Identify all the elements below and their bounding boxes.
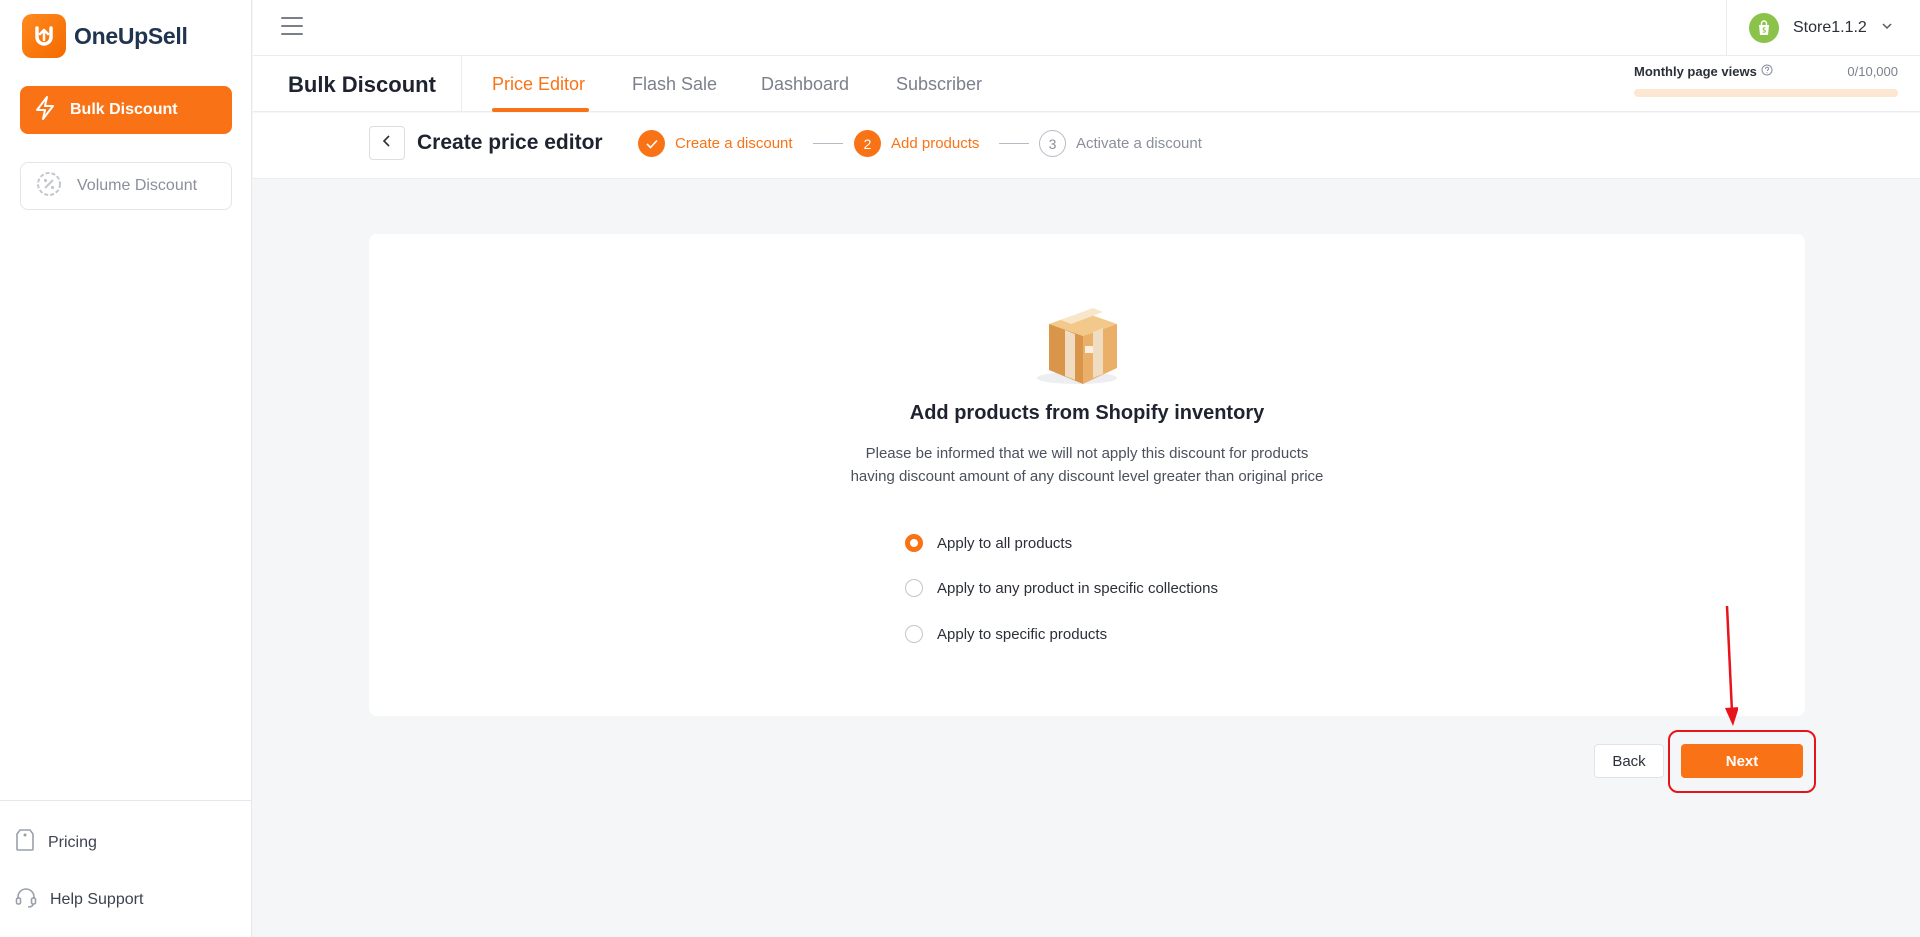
- headset-icon: [14, 885, 38, 914]
- card-title: Add products from Shopify inventory: [909, 402, 1265, 424]
- step-connector: [999, 143, 1029, 144]
- back-button[interactable]: Back: [1594, 744, 1664, 778]
- hamburger-menu-icon[interactable]: [281, 17, 303, 37]
- option-label: Apply to any product in specific collect…: [937, 579, 1218, 597]
- top-bar: Store1.1.2: [253, 0, 1920, 56]
- brand-name: OneUpSell: [74, 22, 188, 49]
- views-value: 0/10,000: [1847, 64, 1898, 79]
- step-number: 3: [1039, 130, 1066, 157]
- stepper-header: Create price editor Create a discount 2 …: [253, 113, 1920, 179]
- sidebar-divider: [0, 800, 252, 801]
- chevron-left-icon: [381, 134, 393, 153]
- radio-button[interactable]: [905, 534, 923, 552]
- store-switcher[interactable]: Store1.1.2: [1726, 0, 1920, 56]
- price-tag-icon: [14, 828, 36, 857]
- app-section-title: Bulk Discount: [288, 72, 436, 97]
- page-title: Create price editor: [417, 131, 603, 154]
- lightning-icon: [34, 95, 56, 126]
- tab-flash-sale[interactable]: Flash Sale: [632, 74, 717, 95]
- card-description: Please be informed that we will not appl…: [369, 442, 1805, 488]
- nav-divider: [461, 56, 462, 112]
- step-label: Add products: [891, 135, 980, 152]
- annotation-highlight-box: [1668, 730, 1816, 793]
- sidebar: OneUpSell Bulk Discount Volume Discount …: [0, 0, 252, 937]
- option-specific-collections[interactable]: Apply to any product in specific collect…: [905, 579, 1218, 597]
- sidebar-item-label: Volume Discount: [77, 177, 198, 194]
- chevron-down-icon: [1881, 19, 1893, 37]
- sidebar-item-help-support[interactable]: Help Support: [14, 885, 143, 914]
- brand[interactable]: OneUpSell: [22, 14, 188, 58]
- add-products-card: Add products from Shopify inventory Plea…: [369, 234, 1805, 716]
- discount-badge-icon: [35, 170, 63, 203]
- description-line: having discount amount of any discount l…: [850, 468, 1324, 485]
- views-progress-bar: [1634, 89, 1898, 97]
- option-label: Apply to all products: [937, 534, 1073, 552]
- step-label: Activate a discount: [1076, 135, 1202, 152]
- sidebar-item-label: Help Support: [50, 890, 144, 908]
- tab-dashboard[interactable]: Dashboard: [761, 74, 849, 95]
- help-circle-icon[interactable]: [1761, 64, 1773, 79]
- step-add-products: 2 Add products: [854, 130, 979, 157]
- step-create-discount: Create a discount: [638, 130, 793, 157]
- option-all-products[interactable]: Apply to all products: [905, 534, 1072, 552]
- monthly-page-views: Monthly page views 0/10,000: [1634, 64, 1898, 97]
- step-label: Create a discount: [675, 135, 793, 152]
- sidebar-item-pricing[interactable]: Pricing: [14, 828, 97, 857]
- checkmark-icon: [638, 130, 665, 157]
- step-connector: [813, 143, 843, 144]
- step-number: 2: [854, 130, 881, 157]
- annotation-arrow-icon: [1725, 605, 1738, 726]
- step-activate-discount: 3 Activate a discount: [1039, 130, 1202, 157]
- brand-logo-icon: [22, 14, 66, 58]
- sidebar-item-label: Pricing: [48, 833, 97, 851]
- tab-price-editor[interactable]: Price Editor: [492, 74, 585, 95]
- radio-button[interactable]: [905, 579, 923, 597]
- active-tab-indicator: [492, 108, 589, 112]
- radio-button[interactable]: [905, 625, 923, 643]
- option-specific-products[interactable]: Apply to specific products: [905, 625, 1107, 643]
- sidebar-item-volume-discount[interactable]: Volume Discount: [20, 162, 232, 210]
- package-box-icon: [1031, 304, 1127, 390]
- description-line: Please be informed that we will not appl…: [865, 445, 1309, 462]
- app-nav: Bulk Discount Price Editor Flash Sale Da…: [253, 56, 1920, 112]
- shopify-bag-icon: [1749, 13, 1779, 43]
- sidebar-item-label: Bulk Discount: [70, 101, 178, 118]
- tab-subscriber[interactable]: Subscriber: [896, 74, 982, 95]
- sidebar-item-bulk-discount[interactable]: Bulk Discount: [20, 86, 232, 134]
- views-label: Monthly page views: [1634, 64, 1757, 79]
- option-label: Apply to specific products: [937, 625, 1108, 643]
- store-name: Store1.1.2: [1793, 19, 1867, 36]
- back-arrow-button[interactable]: [369, 126, 405, 160]
